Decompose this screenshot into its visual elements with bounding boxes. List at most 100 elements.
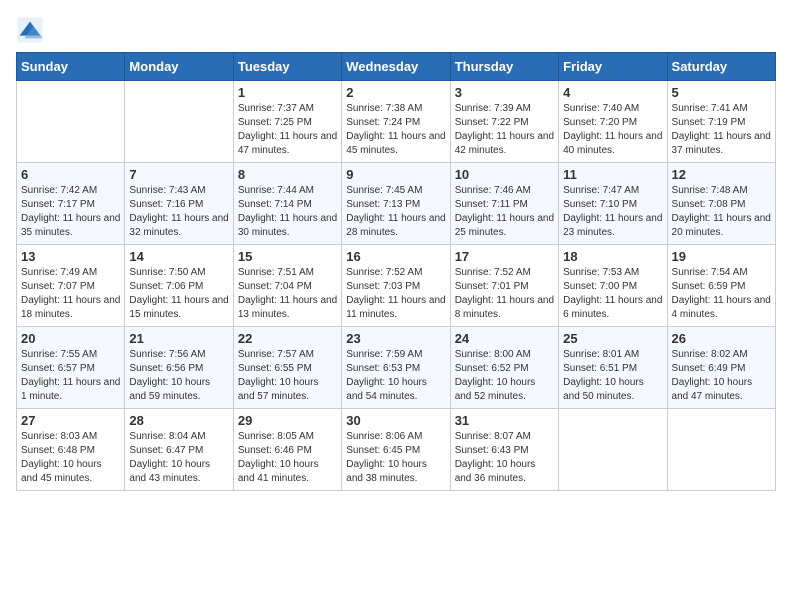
column-header-saturday: Saturday [667,53,775,81]
day-number: 3 [455,85,554,100]
day-info: Sunrise: 8:05 AM Sunset: 6:46 PM Dayligh… [238,430,337,486]
calendar-cell: 29 Sunrise: 8:05 AM Sunset: 6:46 PM Dayli… [233,409,341,491]
calendar-cell: 22 Sunrise: 7:57 AM Sunset: 6:55 PM Dayli… [233,327,341,409]
calendar-cell: 9 Sunrise: 7:45 AM Sunset: 7:13 PM Daylig… [342,163,450,245]
calendar-cell: 28 Sunrise: 8:04 AM Sunset: 6:47 PM Dayli… [125,409,233,491]
day-number: 27 [21,413,120,428]
day-number: 7 [129,167,228,182]
day-number: 19 [672,249,771,264]
day-info: Sunrise: 7:37 AM Sunset: 7:25 PM Dayligh… [238,102,337,158]
day-number: 20 [21,331,120,346]
calendar-week-3: 13 Sunrise: 7:49 AM Sunset: 7:07 PM Dayli… [17,245,776,327]
day-number: 14 [129,249,228,264]
page-header [16,16,776,44]
day-info: Sunrise: 7:44 AM Sunset: 7:14 PM Dayligh… [238,184,337,240]
calendar-cell: 20 Sunrise: 7:55 AM Sunset: 6:57 PM Dayli… [17,327,125,409]
calendar-table: SundayMondayTuesdayWednesdayThursdayFrid… [16,52,776,491]
day-number: 6 [21,167,120,182]
day-info: Sunrise: 7:52 AM Sunset: 7:01 PM Dayligh… [455,266,554,322]
day-info: Sunrise: 8:06 AM Sunset: 6:45 PM Dayligh… [346,430,445,486]
calendar-cell: 27 Sunrise: 8:03 AM Sunset: 6:48 PM Dayli… [17,409,125,491]
day-info: Sunrise: 7:51 AM Sunset: 7:04 PM Dayligh… [238,266,337,322]
calendar-cell: 15 Sunrise: 7:51 AM Sunset: 7:04 PM Dayli… [233,245,341,327]
day-number: 31 [455,413,554,428]
day-number: 24 [455,331,554,346]
day-info: Sunrise: 8:04 AM Sunset: 6:47 PM Dayligh… [129,430,228,486]
calendar-cell: 13 Sunrise: 7:49 AM Sunset: 7:07 PM Dayli… [17,245,125,327]
day-info: Sunrise: 7:42 AM Sunset: 7:17 PM Dayligh… [21,184,120,240]
calendar-week-2: 6 Sunrise: 7:42 AM Sunset: 7:17 PM Daylig… [17,163,776,245]
calendar-cell [559,409,667,491]
calendar-week-1: 1 Sunrise: 7:37 AM Sunset: 7:25 PM Daylig… [17,81,776,163]
day-info: Sunrise: 8:02 AM Sunset: 6:49 PM Dayligh… [672,348,771,404]
calendar-cell: 6 Sunrise: 7:42 AM Sunset: 7:17 PM Daylig… [17,163,125,245]
calendar-cell: 24 Sunrise: 8:00 AM Sunset: 6:52 PM Dayli… [450,327,558,409]
calendar-cell: 25 Sunrise: 8:01 AM Sunset: 6:51 PM Dayli… [559,327,667,409]
day-number: 16 [346,249,445,264]
day-number: 10 [455,167,554,182]
day-number: 15 [238,249,337,264]
column-header-sunday: Sunday [17,53,125,81]
day-info: Sunrise: 7:53 AM Sunset: 7:00 PM Dayligh… [563,266,662,322]
day-info: Sunrise: 7:56 AM Sunset: 6:56 PM Dayligh… [129,348,228,404]
calendar-cell: 11Sunrise: 7:47 AM Sunset: 7:10 PM Dayli… [559,163,667,245]
logo-icon [16,16,44,44]
calendar-cell: 30 Sunrise: 8:06 AM Sunset: 6:45 PM Dayli… [342,409,450,491]
day-number: 25 [563,331,662,346]
calendar-cell: 16Sunrise: 7:52 AM Sunset: 7:03 PM Dayli… [342,245,450,327]
calendar-cell: 23 Sunrise: 7:59 AM Sunset: 6:53 PM Dayli… [342,327,450,409]
calendar-week-4: 20 Sunrise: 7:55 AM Sunset: 6:57 PM Dayli… [17,327,776,409]
day-info: Sunrise: 8:00 AM Sunset: 6:52 PM Dayligh… [455,348,554,404]
calendar-cell: 1 Sunrise: 7:37 AM Sunset: 7:25 PM Daylig… [233,81,341,163]
calendar-cell: 31 Sunrise: 8:07 AM Sunset: 6:43 PM Dayli… [450,409,558,491]
day-number: 28 [129,413,228,428]
calendar-header-row: SundayMondayTuesdayWednesdayThursdayFrid… [17,53,776,81]
day-info: Sunrise: 7:46 AM Sunset: 7:11 PM Dayligh… [455,184,554,240]
calendar-cell: 19Sunrise: 7:54 AM Sunset: 6:59 PM Dayli… [667,245,775,327]
day-number: 5 [672,85,771,100]
calendar-cell: 7Sunrise: 7:43 AM Sunset: 7:16 PM Daylig… [125,163,233,245]
day-number: 29 [238,413,337,428]
day-number: 18 [563,249,662,264]
calendar-cell [125,81,233,163]
column-header-wednesday: Wednesday [342,53,450,81]
column-header-monday: Monday [125,53,233,81]
day-info: Sunrise: 7:59 AM Sunset: 6:53 PM Dayligh… [346,348,445,404]
day-info: Sunrise: 7:55 AM Sunset: 6:57 PM Dayligh… [21,348,120,404]
day-info: Sunrise: 8:07 AM Sunset: 6:43 PM Dayligh… [455,430,554,486]
day-number: 4 [563,85,662,100]
calendar-cell: 4 Sunrise: 7:40 AM Sunset: 7:20 PM Daylig… [559,81,667,163]
day-number: 21 [129,331,228,346]
calendar-cell: 14 Sunrise: 7:50 AM Sunset: 7:06 PM Dayli… [125,245,233,327]
day-info: Sunrise: 7:45 AM Sunset: 7:13 PM Dayligh… [346,184,445,240]
calendar-cell: 18 Sunrise: 7:53 AM Sunset: 7:00 PM Dayli… [559,245,667,327]
day-number: 9 [346,167,445,182]
day-number: 26 [672,331,771,346]
day-info: Sunrise: 8:03 AM Sunset: 6:48 PM Dayligh… [21,430,120,486]
column-header-thursday: Thursday [450,53,558,81]
day-info: Sunrise: 7:38 AM Sunset: 7:24 PM Dayligh… [346,102,445,158]
day-info: Sunrise: 7:40 AM Sunset: 7:20 PM Dayligh… [563,102,662,158]
calendar-cell: 3Sunrise: 7:39 AM Sunset: 7:22 PM Daylig… [450,81,558,163]
day-info: Sunrise: 7:50 AM Sunset: 7:06 PM Dayligh… [129,266,228,322]
day-number: 2 [346,85,445,100]
day-info: Sunrise: 7:57 AM Sunset: 6:55 PM Dayligh… [238,348,337,404]
calendar-week-5: 27 Sunrise: 8:03 AM Sunset: 6:48 PM Dayli… [17,409,776,491]
day-number: 30 [346,413,445,428]
calendar-cell: 21 Sunrise: 7:56 AM Sunset: 6:56 PM Dayli… [125,327,233,409]
day-number: 22 [238,331,337,346]
calendar-cell: 12 Sunrise: 7:48 AM Sunset: 7:08 PM Dayli… [667,163,775,245]
day-number: 12 [672,167,771,182]
day-info: Sunrise: 7:41 AM Sunset: 7:19 PM Dayligh… [672,102,771,158]
day-info: Sunrise: 7:48 AM Sunset: 7:08 PM Dayligh… [672,184,771,240]
day-number: 1 [238,85,337,100]
calendar-cell: 8 Sunrise: 7:44 AM Sunset: 7:14 PM Daylig… [233,163,341,245]
calendar-cell: 26 Sunrise: 8:02 AM Sunset: 6:49 PM Dayli… [667,327,775,409]
day-number: 13 [21,249,120,264]
day-number: 23 [346,331,445,346]
day-info: Sunrise: 7:47 AM Sunset: 7:10 PM Dayligh… [563,184,662,240]
day-info: Sunrise: 8:01 AM Sunset: 6:51 PM Dayligh… [563,348,662,404]
day-info: Sunrise: 7:49 AM Sunset: 7:07 PM Dayligh… [21,266,120,322]
column-header-tuesday: Tuesday [233,53,341,81]
day-number: 8 [238,167,337,182]
